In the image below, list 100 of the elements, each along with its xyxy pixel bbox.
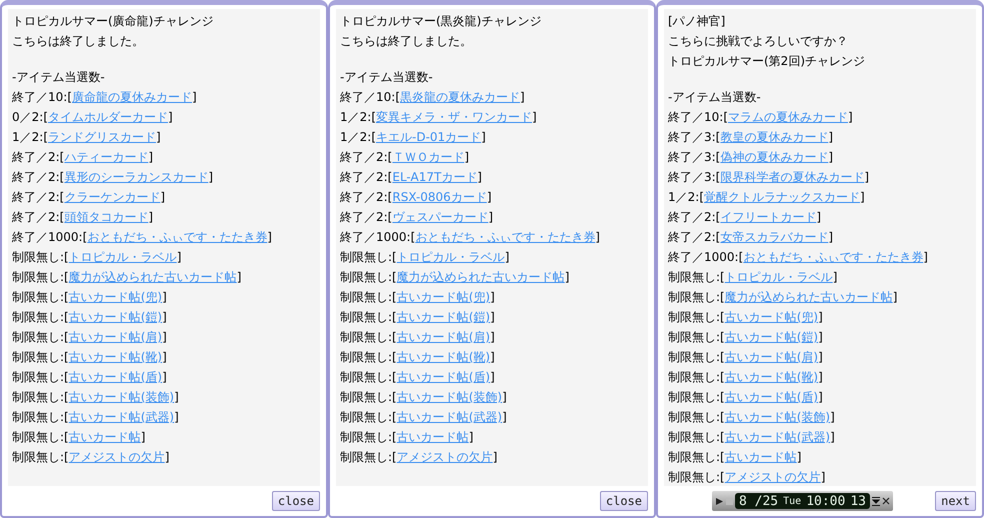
message-text: [パノ神官] bbox=[668, 13, 726, 30]
item-link[interactable]: 古いカード帖(鎧) bbox=[396, 310, 490, 324]
item-link[interactable]: クラーケンカード bbox=[64, 190, 160, 204]
dialog-button[interactable]: close bbox=[272, 491, 320, 512]
section-title: -アイテム当選数- bbox=[340, 69, 434, 86]
item-link[interactable]: 魔力が込められた古いカード帖 bbox=[396, 270, 565, 284]
item-link[interactable]: 古いカード帖(武器) bbox=[68, 410, 174, 424]
prize-line: 制限無し:[古いカード帖(鎧)] bbox=[340, 309, 496, 326]
item-link[interactable]: イフリートカード bbox=[720, 210, 816, 224]
item-link[interactable]: おともだち・ふぃです・たたき券 bbox=[415, 230, 596, 244]
item-link[interactable]: 古いカード帖(肩) bbox=[68, 330, 162, 344]
minimize-icon[interactable] bbox=[872, 496, 880, 506]
item-link[interactable]: トロピカル・ラベル bbox=[724, 270, 833, 284]
item-link[interactable]: 偽神の夏休みカード bbox=[720, 150, 828, 164]
prize-line: 制限無し:[古いカード帖(兜)] bbox=[12, 289, 168, 306]
clock-date: 8 /25 bbox=[739, 494, 778, 509]
prize-line: 終了／1000:[おともだち・ふぃです・たたき券] bbox=[340, 229, 601, 246]
message-text: トロピカルサマー(第2回)チャレンジ bbox=[668, 53, 866, 70]
item-link[interactable]: ハティーカード bbox=[64, 150, 148, 164]
item-link[interactable]: 古いカード帖(盾) bbox=[68, 370, 162, 384]
message-text: こちらに挑戦でよろしいですか？ bbox=[668, 33, 849, 50]
item-link[interactable]: アメジストの欠片 bbox=[396, 450, 493, 464]
section-title: -アイテム当選数- bbox=[12, 69, 106, 86]
dialog-button[interactable]: close bbox=[600, 491, 648, 512]
prize-line: 制限無し:[トロピカル・ラベル] bbox=[668, 269, 838, 286]
prize-line: 終了／2:[異形のシーラカンスカード] bbox=[12, 169, 214, 186]
prize-line: 制限無し:[魔力が込められた古いカード帖] bbox=[340, 269, 570, 286]
play-icon[interactable] bbox=[715, 496, 724, 506]
item-link[interactable]: 古いカード帖(兜) bbox=[724, 310, 818, 324]
item-link[interactable]: 古いカード帖 bbox=[724, 450, 797, 464]
prize-line: 終了／2:[女帝スカラバカード] bbox=[668, 229, 834, 246]
item-link[interactable]: 古いカード帖(靴) bbox=[68, 350, 162, 364]
item-link[interactable]: 頭領タコカード bbox=[64, 210, 148, 224]
message-text: こちらは終了しました。 bbox=[12, 33, 145, 50]
item-link[interactable]: 古いカード帖(装飾) bbox=[68, 390, 174, 404]
prize-line: 制限無し:[トロピカル・ラベル] bbox=[340, 249, 510, 266]
item-link[interactable]: アメジストの欠片 bbox=[68, 450, 165, 464]
item-link[interactable]: マラムの夏休みカード bbox=[728, 110, 848, 124]
item-link[interactable]: 古いカード帖(盾) bbox=[724, 390, 818, 404]
item-link[interactable]: 古いカード帖(鎧) bbox=[724, 330, 818, 344]
prize-line: 終了／1000:[おともだち・ふぃです・たたき券] bbox=[668, 249, 929, 266]
item-link[interactable]: ＴＷＯカード bbox=[392, 150, 464, 164]
item-link[interactable]: 魔力が込められた古いカード帖 bbox=[724, 290, 893, 304]
item-link[interactable]: 女帝スカラバカード bbox=[720, 230, 828, 244]
prize-line: 制限無し:[アメジストの欠片] bbox=[340, 449, 498, 466]
item-link[interactable]: RSX-0806カード bbox=[392, 190, 487, 204]
dialog-button[interactable]: next bbox=[935, 491, 976, 512]
prize-line: 終了／2:[イフリートカード] bbox=[668, 209, 822, 226]
item-link[interactable]: 古いカード帖 bbox=[68, 430, 141, 444]
message-text: トロピカルサマー(黒炎龍)チャレンジ bbox=[340, 13, 542, 30]
item-link[interactable]: 古いカード帖(鎧) bbox=[68, 310, 162, 324]
item-link[interactable]: ヴェスパーカード bbox=[392, 210, 488, 224]
item-link[interactable]: おともだち・ふぃです・たたき券 bbox=[87, 230, 268, 244]
prize-line: 制限無し:[トロピカル・ラベル] bbox=[12, 249, 182, 266]
item-link[interactable]: 古いカード帖(靴) bbox=[396, 350, 490, 364]
prize-line: 終了／2:[ハティーカード] bbox=[12, 149, 154, 166]
item-link[interactable]: 古いカード帖(武器) bbox=[724, 430, 830, 444]
item-link[interactable]: 古いカード帖 bbox=[396, 430, 469, 444]
prize-line: 終了／2:[頭領タコカード] bbox=[12, 209, 154, 226]
item-link[interactable]: キエル-D-01カード bbox=[376, 130, 482, 144]
item-link[interactable]: 黒炎龍の夏休みカード bbox=[400, 90, 520, 104]
item-link[interactable]: 古いカード帖(肩) bbox=[724, 350, 818, 364]
prize-line: 制限無し:[古いカード帖(靴)] bbox=[668, 369, 824, 386]
item-link[interactable]: トロピカル・ラベル bbox=[68, 250, 177, 264]
prize-line: 1／2:[キエル-D-01カード] bbox=[340, 129, 487, 146]
clock-day: Tue bbox=[783, 496, 802, 507]
close-icon[interactable] bbox=[882, 497, 890, 506]
item-link[interactable]: 古いカード帖(盾) bbox=[396, 370, 490, 384]
item-link[interactable]: おともだち・ふぃです・たたき券 bbox=[743, 250, 924, 264]
item-link[interactable]: 覚醒クトルラナックスカード bbox=[704, 190, 860, 204]
prize-line: 制限無し:[古いカード帖] bbox=[340, 429, 474, 446]
prize-line: 終了／2:[ヴェスパーカード] bbox=[340, 209, 494, 226]
item-link[interactable]: 古いカード帖(装飾) bbox=[724, 410, 830, 424]
item-link[interactable]: 変異キメラ・ザ・ワンカード bbox=[376, 110, 532, 124]
item-link[interactable]: EL-A17Tカード bbox=[392, 170, 478, 184]
message-text: こちらは終了しました。 bbox=[340, 33, 473, 50]
item-link[interactable]: トロピカル・ラベル bbox=[396, 250, 505, 264]
item-link[interactable]: タイムホルダーカード bbox=[48, 110, 168, 124]
item-link[interactable]: 古いカード帖(肩) bbox=[396, 330, 490, 344]
prize-line: 0／2:[タイムホルダーカード] bbox=[12, 109, 174, 126]
prize-line: 終了／1000:[おともだち・ふぃです・たたき券] bbox=[12, 229, 273, 246]
prize-line: 制限無し:[古いカード帖(盾)] bbox=[340, 369, 496, 386]
item-link[interactable]: 魔力が込められた古いカード帖 bbox=[68, 270, 237, 284]
item-link[interactable]: 廣命龍の夏休みカード bbox=[72, 90, 192, 104]
prize-line: 制限無し:[古いカード帖(装飾)] bbox=[668, 409, 836, 426]
prize-line: 制限無し:[古いカード帖(靴)] bbox=[340, 349, 496, 366]
item-link[interactable]: 古いカード帖(靴) bbox=[724, 370, 818, 384]
prize-line: 終了／3:[限界科学者の夏休みカード] bbox=[668, 169, 870, 186]
item-link[interactable]: 限界科学者の夏休みカード bbox=[720, 170, 864, 184]
item-link[interactable]: 古いカード帖(装飾) bbox=[396, 390, 502, 404]
item-link[interactable]: 教皇の夏休みカード bbox=[720, 130, 828, 144]
item-link[interactable]: 古いカード帖(武器) bbox=[396, 410, 502, 424]
item-link[interactable]: アメジストの欠片 bbox=[724, 470, 821, 484]
item-link[interactable]: 古いカード帖(兜) bbox=[68, 290, 162, 304]
prize-line: 制限無し:[古いカード帖(肩)] bbox=[340, 329, 496, 346]
item-link[interactable]: ランドグリスカード bbox=[48, 130, 156, 144]
prize-line: 制限無し:[古いカード帖] bbox=[668, 449, 802, 466]
item-link[interactable]: 異形のシーラカンスカード bbox=[64, 170, 208, 184]
item-link[interactable]: 古いカード帖(兜) bbox=[396, 290, 490, 304]
prize-line: 制限無し:[古いカード帖(盾)] bbox=[12, 369, 168, 386]
